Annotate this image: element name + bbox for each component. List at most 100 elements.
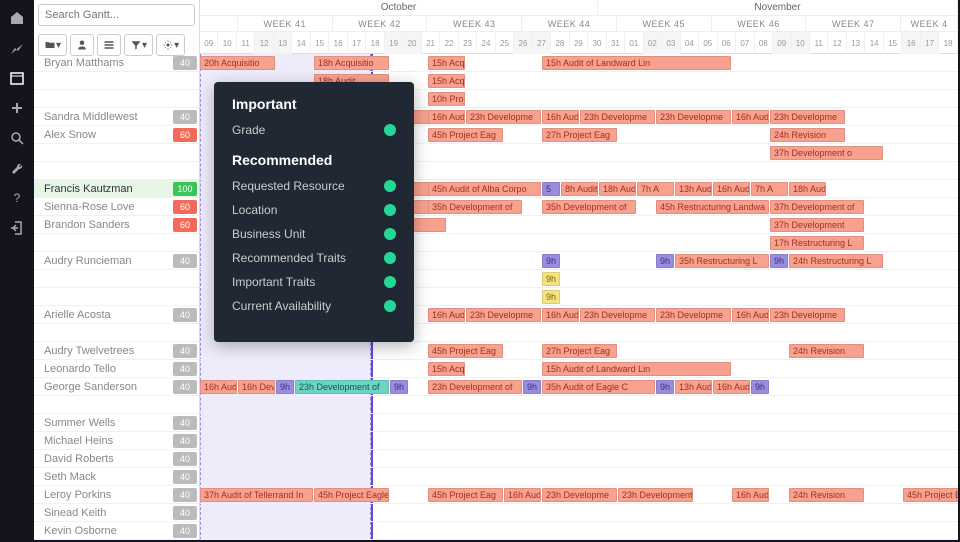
attr-row-requested[interactable]: Requested Resource xyxy=(232,174,396,198)
resource-row[interactable]: Michael Heins40 xyxy=(34,432,199,450)
task-bar[interactable]: 15h Acqui xyxy=(428,362,465,376)
task-bar[interactable]: 16h Audit xyxy=(542,110,579,124)
task-bar[interactable]: 7h A xyxy=(637,182,674,196)
task-bar[interactable]: 35h Audit of Eagle C xyxy=(542,380,655,394)
resource-row[interactable]: David Roberts40 xyxy=(34,450,199,468)
task-bar[interactable]: 20h Acquisitio xyxy=(200,56,275,70)
task-bar[interactable]: 35h Restructuring L xyxy=(675,254,769,268)
task-bar[interactable]: 13h Audit xyxy=(675,182,712,196)
resource-row[interactable]: Kevin Osborne40 xyxy=(34,522,199,540)
task-bar[interactable]: 9h U xyxy=(542,272,560,286)
task-bar[interactable]: 9h U xyxy=(523,380,541,394)
resource-row[interactable] xyxy=(34,90,199,108)
attr-row-rt[interactable]: Recommended Traits xyxy=(232,246,396,270)
gantt-row[interactable]: 15h Acqui15h Audit of Landward Lin xyxy=(200,360,958,378)
task-bar[interactable]: 45h Project Eagle xyxy=(314,488,389,502)
gantt-row[interactable]: 45h Project Eag27h Project Eag24h Revisi… xyxy=(200,342,958,360)
task-bar[interactable]: 16h Audit xyxy=(713,380,750,394)
resource-row[interactable]: George Sanderson40 xyxy=(34,378,199,396)
resource-row[interactable]: Sienna-Rose Love60 xyxy=(34,198,199,216)
task-bar[interactable]: 17h Restructuring L xyxy=(770,236,864,250)
task-bar[interactable]: 18h Audit xyxy=(789,182,826,196)
task-bar[interactable]: 23h Developme xyxy=(466,110,541,124)
task-bar[interactable]: 9h U xyxy=(390,380,408,394)
resource-row[interactable]: Summer Wells40 xyxy=(34,414,199,432)
task-bar[interactable]: 37h Audit of Tellerrand In xyxy=(200,488,313,502)
calendar-icon[interactable] xyxy=(9,70,25,86)
gantt-row[interactable] xyxy=(200,468,958,486)
task-bar[interactable]: 45h Restructuring Landwa xyxy=(656,200,769,214)
task-bar[interactable]: 16h Audit xyxy=(732,308,769,322)
task-bar[interactable]: 7h A xyxy=(751,182,788,196)
task-bar[interactable]: 23h Developme xyxy=(770,110,845,124)
resource-row[interactable]: Audry Twelvetrees40 xyxy=(34,342,199,360)
task-bar[interactable]: 23h Developme xyxy=(580,308,655,322)
gantt-row[interactable]: 16h Audit16h Deve9h U23h Development of9… xyxy=(200,378,958,396)
gantt-row[interactable]: 20h Acquisitio 18h Acquisitio 15h Acqui 15h… xyxy=(200,54,958,72)
task-bar[interactable]: 9h U xyxy=(770,254,788,268)
resource-row[interactable]: Seth Mack40 xyxy=(34,468,199,486)
wrench-icon[interactable] xyxy=(9,160,25,176)
task-bar[interactable]: 9h U xyxy=(542,290,560,304)
attr-row-location[interactable]: Location xyxy=(232,198,396,222)
resource-row[interactable]: Arielle Acosta40 xyxy=(34,306,199,324)
task-bar[interactable]: 9h U xyxy=(276,380,294,394)
task-bar[interactable]: 23h Development xyxy=(618,488,693,502)
task-bar[interactable]: 16h Audit xyxy=(428,308,465,322)
task-bar[interactable]: 35h Development of xyxy=(428,200,522,214)
resource-row[interactable] xyxy=(34,288,199,306)
task-bar[interactable]: 18h Acquisitio xyxy=(314,56,389,70)
attr-row-bu[interactable]: Business Unit xyxy=(232,222,396,246)
task-bar[interactable]: 23h Developme xyxy=(656,308,731,322)
resource-row[interactable]: Brandon Sanders60 xyxy=(34,216,199,234)
resource-row[interactable] xyxy=(34,324,199,342)
resource-row[interactable] xyxy=(34,270,199,288)
gantt-row[interactable] xyxy=(200,504,958,522)
task-bar[interactable]: 45h Project Eag xyxy=(428,344,503,358)
resource-row[interactable]: Alex Snow60 xyxy=(34,126,199,144)
search-input[interactable] xyxy=(38,4,195,26)
task-bar[interactable]: 9h U xyxy=(656,380,674,394)
task-bar[interactable]: 37h Development of xyxy=(770,200,864,214)
attr-row-grade[interactable]: Grade xyxy=(232,118,396,142)
gantt-row[interactable]: 37h Audit of Tellerrand In45h Project Ea… xyxy=(200,486,958,504)
user-button[interactable] xyxy=(70,34,94,56)
task-bar[interactable]: 45h Project Eag xyxy=(428,488,503,502)
task-bar[interactable]: 15h Audit of Landward Lin xyxy=(542,56,731,70)
task-bar[interactable]: 45h Project Ea xyxy=(903,488,958,502)
gantt-row[interactable] xyxy=(200,522,958,540)
filter-button[interactable]: ▾ xyxy=(124,34,153,56)
task-bar[interactable]: 27h Project Eag xyxy=(542,128,617,142)
task-bar[interactable]: 15h Acqui xyxy=(428,56,465,70)
task-bar[interactable]: 18h Audit xyxy=(599,182,636,196)
task-bar[interactable]: 24h Revision xyxy=(770,128,845,142)
task-bar[interactable]: 9h U xyxy=(542,254,560,268)
task-bar[interactable]: 16h Deve xyxy=(238,380,275,394)
resource-row[interactable]: Francis Kautzman100 xyxy=(34,180,199,198)
task-bar[interactable]: 16h Audit xyxy=(200,380,237,394)
chart-icon[interactable] xyxy=(9,40,25,56)
task-bar[interactable]: 16h Audit xyxy=(732,488,769,502)
task-bar[interactable]: 5 xyxy=(542,182,560,196)
plus-icon[interactable] xyxy=(9,100,25,116)
home-icon[interactable] xyxy=(9,10,25,26)
gantt-row[interactable] xyxy=(200,396,958,414)
resource-row[interactable]: Audry Runcieman40 xyxy=(34,252,199,270)
task-bar[interactable]: 9h U xyxy=(751,380,769,394)
resource-row[interactable]: Leroy Porkins40 xyxy=(34,486,199,504)
resource-row[interactable] xyxy=(34,72,199,90)
attr-row-it[interactable]: Important Traits xyxy=(232,270,396,294)
list-button[interactable] xyxy=(97,34,121,56)
task-bar[interactable]: 23h Development of xyxy=(295,380,389,394)
task-bar[interactable]: 45h Project Eag xyxy=(428,128,503,142)
settings-button[interactable]: ▾ xyxy=(156,34,185,56)
resource-row[interactable] xyxy=(34,162,199,180)
task-bar[interactable]: 23h Developme xyxy=(770,308,845,322)
task-bar[interactable]: 35h Development of xyxy=(542,200,636,214)
folder-button[interactable]: ▾ xyxy=(38,34,67,56)
task-bar[interactable]: 23h Developme xyxy=(580,110,655,124)
resource-row[interactable]: Leonardo Tello40 xyxy=(34,360,199,378)
task-bar[interactable]: 45h Audit of Alba Corpo xyxy=(428,182,541,196)
task-bar[interactable]: 24h Revision xyxy=(789,344,864,358)
task-bar[interactable]: 8h Audit xyxy=(561,182,598,196)
